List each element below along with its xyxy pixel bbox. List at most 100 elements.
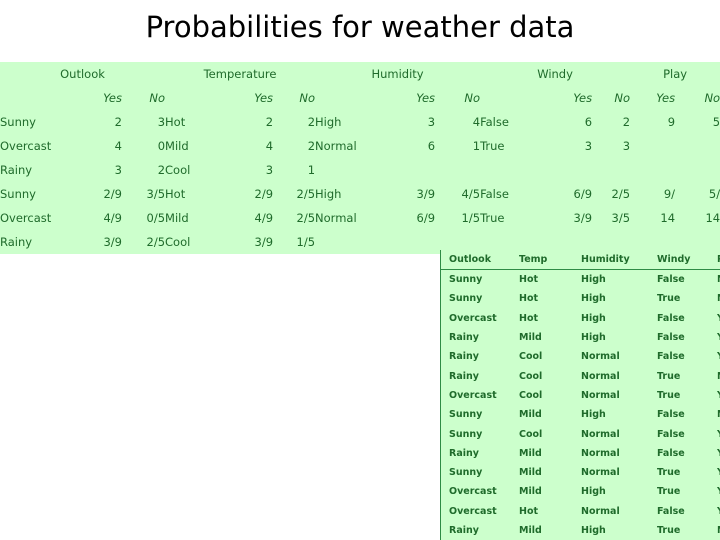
count-humidity-no-0: 4 — [435, 110, 481, 134]
data-cell-windy: True — [649, 520, 709, 540]
group-header-play: Play — [630, 62, 720, 86]
data-cell-humidity: Normal — [573, 385, 649, 406]
group-header-humidity: Humidity — [315, 62, 481, 86]
subheader-outlook-no: No — [122, 86, 166, 110]
count-temperature-yes-2: 3 — [230, 158, 274, 182]
prob-humidity-label-1: Normal — [315, 206, 388, 230]
prob-humidity-yes-2 — [387, 230, 436, 254]
data-cell-humidity: High — [573, 405, 649, 425]
count-outlook-no-1: 0 — [122, 134, 166, 158]
subheader-humidity-yes: Yes — [387, 86, 436, 110]
table-row: Overcast Hot High False Yes — [440, 308, 720, 328]
count-play-no-1 — [675, 134, 720, 158]
subheader-outlook-yes: Yes — [78, 86, 122, 110]
prob-temperature-no-2: 1/5 — [273, 230, 316, 254]
prob-outlook-no-2: 2/5 — [122, 230, 166, 254]
subheader-temperature-yes: Yes — [230, 86, 274, 110]
data-cell-windy: False — [649, 501, 709, 521]
data-header-windy: Windy — [649, 250, 709, 270]
data-cell-humidity: Normal — [573, 443, 649, 463]
count-humidity-label-1: Normal — [315, 134, 388, 158]
data-cell-humidity: High — [573, 269, 649, 290]
count-windy-no-0: 2 — [592, 110, 631, 134]
data-cell-windy: True — [649, 462, 709, 483]
count-temperature-no-2: 1 — [273, 158, 316, 182]
count-play-yes-1 — [630, 134, 676, 158]
table-row: Rainy Mild Normal False Yes — [440, 443, 720, 463]
table-row: Sunny Mild High False No — [440, 405, 720, 425]
data-cell-windy: True — [649, 366, 709, 386]
count-outlook-label-1: Overcast — [0, 134, 78, 158]
subheader-windy-yes: Yes — [552, 86, 593, 110]
data-cell-humidity: Normal — [573, 366, 649, 386]
data-table-header-row: Outlook Temp Humidity Windy Play — [440, 250, 720, 270]
page-title: Probabilities for weather data — [145, 10, 575, 44]
count-outlook-label-0: Sunny — [0, 110, 78, 134]
count-windy-label-1: True — [480, 134, 553, 158]
data-cell-outlook: Sunny — [440, 462, 511, 483]
count-humidity-yes-2 — [387, 158, 436, 182]
prob-outlook-label-2: Rainy — [0, 230, 78, 254]
prob-windy-no-0: 2/5 — [592, 182, 631, 206]
data-cell-play: Yes — [709, 501, 720, 521]
data-cell-outlook: Sunny — [440, 405, 511, 425]
prob-temperature-no-1: 2/5 — [273, 206, 316, 230]
count-outlook-yes-2: 3 — [78, 158, 122, 182]
group-header-outlook: Outlook — [0, 62, 166, 86]
data-cell-humidity: Normal — [573, 424, 649, 444]
prob-play-yes-1: 14 — [630, 206, 676, 230]
count-humidity-label-0: High — [315, 110, 388, 134]
data-cell-outlook: Overcast — [440, 482, 511, 502]
data-cell-humidity: Normal — [573, 347, 649, 367]
probabilities-table: Outlook Temperature Humidity Windy Play … — [0, 62, 720, 254]
count-windy-no-2 — [592, 158, 631, 182]
table-row: Sunny 2/9 3/5 Hot 2/9 2/5 High 3/9 4/5 F… — [0, 182, 720, 206]
prob-subheader-row: Yes No Yes No Yes No Yes No Yes No — [0, 86, 720, 110]
data-cell-humidity: Normal — [573, 501, 649, 521]
data-cell-humidity: High — [573, 327, 649, 348]
count-temperature-label-2: Cool — [165, 158, 231, 182]
data-cell-play: Yes — [709, 462, 720, 483]
data-cell-play: Yes — [709, 385, 720, 406]
weather-data-table: Outlook Temp Humidity Windy Play Sunny H… — [440, 250, 720, 540]
data-cell-humidity: High — [573, 482, 649, 502]
data-cell-temp: Hot — [511, 269, 573, 290]
prob-humidity-yes-1: 6/9 — [387, 206, 436, 230]
prob-outlook-no-1: 0/5 — [122, 206, 166, 230]
table-row: Sunny Hot High True No — [440, 289, 720, 309]
data-cell-outlook: Rainy — [440, 443, 511, 463]
prob-humidity-no-1: 1/5 — [435, 206, 481, 230]
data-header-play: Play — [709, 250, 720, 270]
data-cell-windy: False — [649, 347, 709, 367]
count-temperature-label-0: Hot — [165, 110, 231, 134]
count-windy-no-1: 3 — [592, 134, 631, 158]
table-row: Rainy Cool Normal False Yes — [440, 347, 720, 367]
count-play-no-2 — [675, 158, 720, 182]
subheader-temperature-no: No — [273, 86, 316, 110]
data-cell-windy: False — [649, 269, 709, 290]
data-cell-humidity: High — [573, 289, 649, 309]
table-row: Rainy Mild High True No — [440, 520, 720, 540]
data-cell-outlook: Overcast — [440, 308, 511, 328]
prob-windy-no-1: 3/5 — [592, 206, 631, 230]
data-cell-windy: False — [649, 308, 709, 328]
data-cell-temp: Hot — [511, 501, 573, 521]
table-row: Rainy Mild High False Yes — [440, 327, 720, 348]
table-row: Overcast 4 0 Mild 4 2 Normal 6 1 True 3 … — [0, 134, 720, 158]
count-windy-yes-2 — [552, 158, 593, 182]
data-cell-windy: False — [649, 443, 709, 463]
data-cell-play: Yes — [709, 482, 720, 502]
data-cell-temp: Cool — [511, 347, 573, 367]
prob-humidity-no-0: 4/5 — [435, 182, 481, 206]
count-play-no-0: 5 — [675, 110, 720, 134]
data-cell-outlook: Sunny — [440, 424, 511, 444]
count-humidity-no-2 — [435, 158, 481, 182]
subheader-windy-blank — [480, 86, 553, 110]
count-windy-label-2 — [480, 158, 553, 182]
prob-temperature-yes-2: 3/9 — [230, 230, 274, 254]
count-humidity-no-1: 1 — [435, 134, 481, 158]
prob-windy-label-0: False — [480, 182, 553, 206]
table-row: Rainy Cool Normal True No — [440, 366, 720, 386]
data-cell-windy: False — [649, 327, 709, 348]
group-header-temperature: Temperature — [165, 62, 316, 86]
